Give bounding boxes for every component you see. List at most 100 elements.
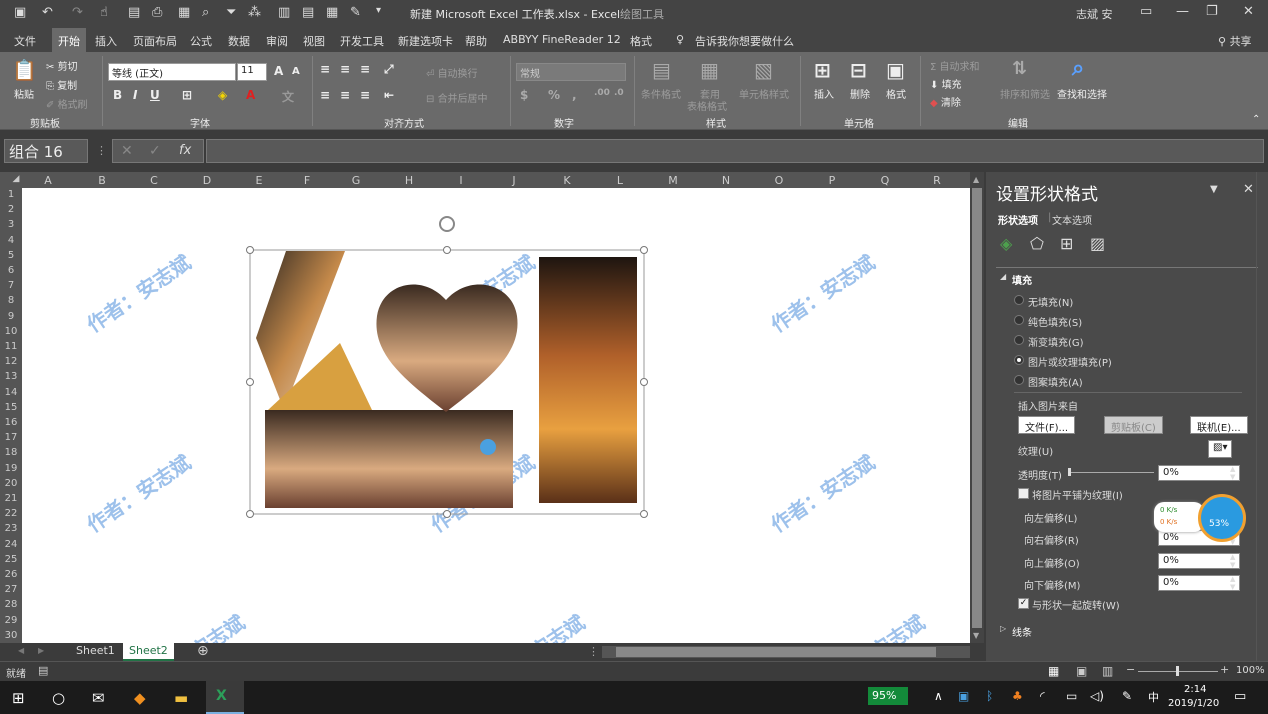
radio-picture-fill[interactable] xyxy=(1014,355,1024,365)
col-header[interactable]: C xyxy=(144,174,164,187)
sheet-tab-1[interactable]: Sheet1 xyxy=(70,643,121,661)
find-select-icon[interactable]: ⌕ xyxy=(1072,56,1084,81)
zoom-out-icon[interactable]: − xyxy=(1126,663,1135,676)
texture-picker[interactable]: ▨▾ xyxy=(1208,440,1233,458)
chart-icon[interactable]: ▥ xyxy=(278,5,290,20)
align-center-icon[interactable]: ≡ xyxy=(340,88,350,102)
mail-icon[interactable]: ✉ xyxy=(92,689,105,707)
col-header[interactable]: J xyxy=(504,174,524,187)
font-color-icon[interactable]: A xyxy=(246,88,255,102)
tab-home[interactable]: 开始 xyxy=(52,28,86,52)
row-header[interactable]: 22 xyxy=(0,508,22,519)
conditional-format-icon[interactable]: ▤ xyxy=(652,58,671,82)
redo-icon[interactable]: ↷ xyxy=(72,5,83,20)
row-header[interactable]: 21 xyxy=(0,493,22,504)
option-label[interactable]: 渐变填充(G) xyxy=(1028,334,1084,349)
tab-insert[interactable]: 插入 xyxy=(95,33,117,49)
zoom-slider-thumb[interactable] xyxy=(1176,666,1179,676)
radio-pattern-fill[interactable] xyxy=(1014,375,1024,385)
tell-me-input[interactable]: 告诉我你想要做什么 xyxy=(695,33,794,49)
row-header[interactable]: 30 xyxy=(0,630,22,641)
col-header[interactable]: P xyxy=(822,174,842,187)
net-speed-widget[interactable]: 0 K/s 0 K/s xyxy=(1154,502,1204,532)
xy-icon[interactable]: ⁂ xyxy=(248,5,261,20)
fill-line-icon[interactable]: ◈ xyxy=(1000,234,1012,253)
increase-font-icon[interactable]: A xyxy=(274,64,283,78)
align-bottom-icon[interactable]: ≡ xyxy=(360,62,370,76)
hscroll-thumb[interactable] xyxy=(616,647,936,657)
volume-icon[interactable]: ◁) xyxy=(1090,689,1104,703)
cancel-icon[interactable]: ✕ xyxy=(121,143,133,159)
comma-icon[interactable]: , xyxy=(572,88,577,102)
expand-fill-icon[interactable]: ◢ xyxy=(1000,272,1006,281)
format-cells-label[interactable]: 格式 xyxy=(886,86,906,101)
offset-up-input[interactable]: 0% xyxy=(1158,553,1240,569)
filter-icon[interactable]: ⏷ xyxy=(226,5,236,20)
bold-button[interactable]: B xyxy=(113,88,122,102)
tab-developer[interactable]: 开发工具 xyxy=(340,33,384,49)
tab-format[interactable]: 格式 xyxy=(630,33,652,49)
pen-icon[interactable]: ✎ xyxy=(1122,689,1132,703)
file-explorer-icon[interactable]: ▬ xyxy=(174,689,188,707)
cell-styles-label[interactable]: 单元格样式 xyxy=(739,86,789,101)
add-sheet-button[interactable]: ⊕ xyxy=(197,643,209,659)
col-header[interactable]: K xyxy=(557,174,577,187)
row-header[interactable]: 5 xyxy=(0,250,22,261)
row-header[interactable]: 1 xyxy=(0,189,22,200)
cut-button[interactable]: ✂ 剪切 xyxy=(46,58,78,73)
open-icon[interactable]: ▤ xyxy=(128,5,140,20)
row-header[interactable]: 25 xyxy=(0,554,22,565)
row-header[interactable]: 19 xyxy=(0,463,22,474)
col-header[interactable]: O xyxy=(769,174,789,187)
page-layout-view-icon[interactable]: ▣ xyxy=(1076,664,1087,678)
col-header[interactable]: I xyxy=(451,174,471,187)
merge-center-button[interactable]: ⊟ 合并后居中 xyxy=(426,90,488,105)
align-left-icon[interactable]: ≡ xyxy=(320,88,330,102)
tab-help[interactable]: 帮助 xyxy=(465,33,487,49)
decrease-font-icon[interactable]: A xyxy=(292,66,300,77)
row-header[interactable]: 3 xyxy=(0,219,22,230)
rotate-with-shape-checkbox[interactable]: ✓ xyxy=(1018,598,1029,609)
bluetooth-icon[interactable]: ᛒ xyxy=(986,689,993,703)
cortana-icon[interactable]: ○ xyxy=(52,689,65,707)
picture-icon[interactable]: ▨ xyxy=(1090,234,1105,253)
col-header[interactable]: L xyxy=(610,174,630,187)
row-header[interactable]: 23 xyxy=(0,523,22,534)
tab-new[interactable]: 新建选项卡 xyxy=(398,33,453,49)
tab-abbyy[interactable]: ABBYY FineReader 12 xyxy=(503,33,621,46)
decrease-decimal-icon[interactable]: .0 xyxy=(614,88,624,98)
delete-cells-icon[interactable]: ⊟ xyxy=(850,58,867,82)
row-header[interactable]: 26 xyxy=(0,569,22,580)
option-label[interactable]: 图案填充(A) xyxy=(1028,374,1083,389)
offset-down-input[interactable]: 0% xyxy=(1158,575,1240,591)
col-header[interactable]: M xyxy=(663,174,683,187)
resize-handle[interactable] xyxy=(246,510,254,518)
row-header[interactable]: 7 xyxy=(0,280,22,291)
row-header[interactable]: 15 xyxy=(0,402,22,413)
tab-view[interactable]: 视图 xyxy=(303,33,325,49)
resize-handle[interactable] xyxy=(246,378,254,386)
row-header[interactable]: 11 xyxy=(0,341,22,352)
format-as-table-icon[interactable]: ▦ xyxy=(700,58,719,82)
macro-record-icon[interactable]: ▤ xyxy=(38,664,48,677)
vertical-scrollbar[interactable]: ▲ ▼ xyxy=(970,172,984,643)
scroll-up-icon[interactable]: ▲ xyxy=(973,175,979,184)
col-header[interactable]: G xyxy=(346,174,366,187)
spin-arrows-icon[interactable]: ▲▼ xyxy=(1230,553,1235,569)
align-top-icon[interactable]: ≡ xyxy=(320,62,330,76)
align-right-icon[interactable]: ≡ xyxy=(360,88,370,102)
touch-mode-icon[interactable]: ☝ xyxy=(100,5,108,20)
conditional-format-label[interactable]: 条件格式 xyxy=(641,86,681,101)
radio-solid-fill[interactable] xyxy=(1014,315,1024,325)
find-icon[interactable]: ⌕ xyxy=(202,5,209,20)
increase-decimal-icon[interactable]: .00 xyxy=(594,88,610,98)
select-all-icon[interactable]: ◢ xyxy=(6,174,26,184)
row-header[interactable]: 10 xyxy=(0,326,22,337)
col-header[interactable]: D xyxy=(197,174,217,187)
enter-icon[interactable]: ✓ xyxy=(149,143,161,159)
col-header[interactable]: H xyxy=(399,174,419,187)
col-header[interactable]: B xyxy=(92,174,112,187)
autosum-button[interactable]: Σ 自动求和 xyxy=(930,58,980,73)
col-header[interactable]: R xyxy=(927,174,947,187)
insert-cells-label[interactable]: 插入 xyxy=(814,86,834,101)
